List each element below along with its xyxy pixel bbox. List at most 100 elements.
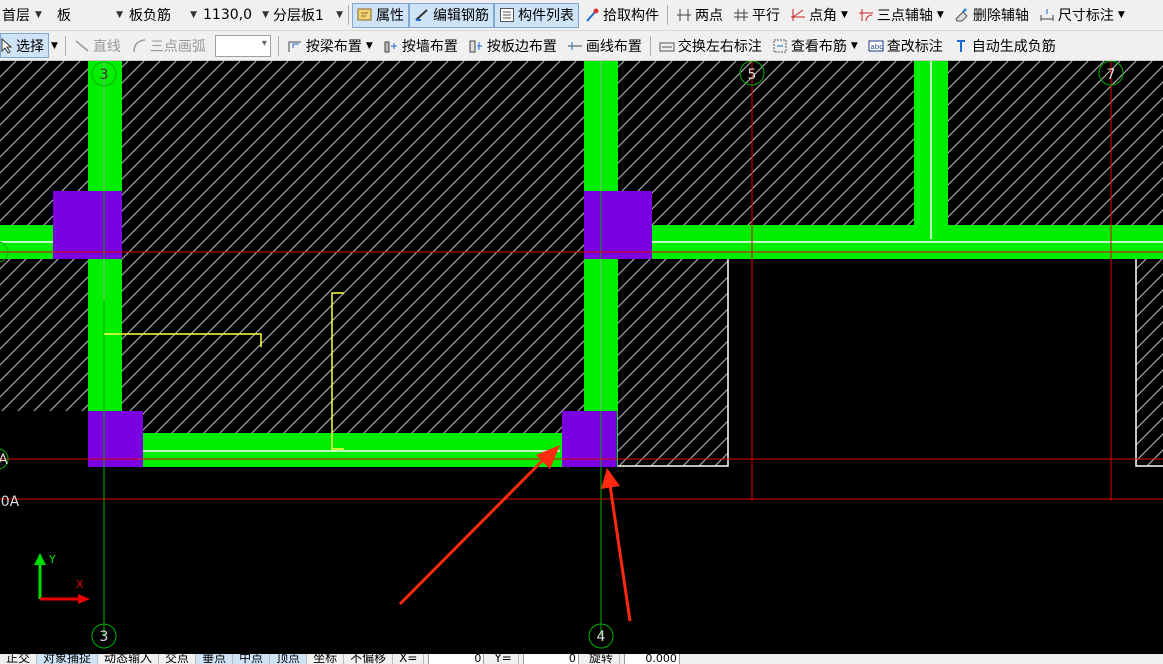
arc-icon (131, 38, 147, 54)
axis-label-4-bottom: 4 (597, 629, 606, 645)
value-select[interactable]: 1130,0 ▼ (201, 3, 271, 27)
column-3-B[interactable] (53, 191, 122, 259)
status-bar: 正交 对象捕捉 动态输入 交点 垂点 中点 顶点 坐标 不偏移 X= 0 Y= … (0, 654, 1163, 664)
layout-by-wall-button[interactable]: 按墙布置 (378, 33, 463, 58)
parallel-button[interactable]: 平行 (728, 3, 785, 28)
auto-negative-rebar-button[interactable]: 自动生成负筋 (948, 33, 1061, 58)
plan-drawing: 3 5 7 3 4 A 0A Y X (0, 60, 1163, 649)
column-4-B[interactable] (584, 191, 652, 259)
annotation-arrows (398, 445, 632, 622)
edit-rebar-label: 编辑钢筋 (433, 8, 489, 24)
slab-lower-mid[interactable] (602, 253, 729, 467)
arrow-to-column-left (398, 453, 550, 606)
pick-component-button[interactable]: 拾取构件 (579, 3, 664, 28)
component-list-button[interactable]: 构件列表 (494, 2, 579, 28)
delete-axis-label: 删除辅轴 (972, 8, 1029, 24)
point-angle-icon (790, 7, 806, 23)
layout-by-slab-edge-label: 按板边布置 (486, 38, 557, 55)
coordinate-snap[interactable]: 坐标 (307, 654, 345, 664)
arc-button[interactable]: 三点画弧 (126, 33, 211, 58)
subtype-select[interactable]: 板负筋 ▼ (127, 3, 199, 27)
dimension-icon (1039, 7, 1055, 23)
dimension-button[interactable]: 尺寸标注 ▼ (1034, 3, 1130, 28)
midpoint-snap[interactable]: 中点 (233, 654, 271, 664)
delete-axis-button[interactable]: 删除辅轴 (949, 3, 1034, 28)
two-points-button[interactable]: 两点 (671, 3, 728, 28)
draw-mode-combo[interactable] (214, 34, 271, 57)
vertex-snap[interactable]: 顶点 (270, 654, 308, 664)
beam-vertical-3[interactable] (88, 61, 122, 467)
layout-by-wall-label: 按墙布置 (401, 38, 458, 55)
wall-layout-icon (383, 38, 399, 54)
axis-label-7: 7 (1107, 67, 1116, 83)
view-layout-icon (772, 38, 788, 54)
chevron-down-icon: ▼ (190, 10, 197, 20)
layer-select[interactable]: 分层板1 ▼ (271, 3, 345, 27)
chevron-down-icon[interactable]: ▼ (51, 41, 58, 51)
edit-rebar-button[interactable]: 编辑钢筋 (409, 2, 494, 28)
dynamic-input-toggle[interactable]: 动态输入 (98, 654, 160, 664)
ucs-icon: Y X (34, 553, 90, 604)
edit-label-label: 查改标注 (886, 38, 943, 55)
x-label: X= (393, 654, 425, 664)
chevron-down-icon: ▼ (365, 40, 373, 51)
swap-labels-button[interactable]: 交换左右标注 (654, 33, 767, 58)
value-select-value: 1130,0 (203, 7, 252, 23)
rotation-label: 旋转 (583, 654, 620, 664)
beam-horizontal-bottom[interactable] (88, 433, 618, 467)
layout-by-slab-edge-button[interactable]: 按板边布置 (463, 33, 562, 58)
beam-layout-icon (287, 38, 303, 54)
point-angle-label: 点角 (809, 8, 837, 24)
edit-label-button[interactable]: abc 查改标注 (863, 33, 948, 58)
chevron-down-icon: ▼ (1117, 10, 1125, 20)
parallel-label: 平行 (752, 8, 780, 24)
three-point-axis-label: 三点辅轴 (876, 8, 933, 24)
view-layout-label: 查看布筋 (790, 38, 847, 55)
component-list-label: 构件列表 (518, 8, 574, 24)
slab-main[interactable] (122, 61, 584, 433)
y-input[interactable]: 0 (522, 654, 579, 664)
chevron-down-icon: ▼ (336, 10, 343, 20)
eyedropper-icon (584, 7, 600, 23)
select-button[interactable]: 选择 (0, 33, 49, 58)
ucs-x-label: X (76, 578, 84, 591)
properties-label: 属性 (376, 8, 404, 24)
layout-by-beam-button[interactable]: 按梁布置 ▼ (282, 33, 378, 58)
layer-select-value: 分层板1 (273, 8, 324, 24)
list-icon (499, 7, 515, 23)
rotation-input[interactable]: 0.000 (623, 654, 680, 664)
object-snap-toggle[interactable]: 对象捕捉 (37, 654, 99, 664)
slab-lower-right[interactable] (1135, 253, 1163, 467)
view-layout-button[interactable]: 查看布筋 ▼ (767, 33, 863, 58)
offset-mode[interactable]: 不偏移 (344, 654, 394, 664)
line-button[interactable]: 直线 (69, 33, 126, 58)
swap-icon (659, 38, 675, 54)
x-input[interactable]: 0 (428, 654, 485, 664)
ortho-toggle[interactable]: 正交 (0, 654, 38, 664)
ucs-y-label: Y (48, 553, 56, 566)
three-point-axis-button[interactable]: 三点辅轴 ▼ (853, 3, 949, 28)
type-select[interactable]: 板 ▼ (55, 3, 125, 27)
slab-lower-left[interactable] (0, 259, 88, 411)
chevron-down-icon: ▼ (262, 10, 269, 20)
svg-text:abc: abc (870, 43, 883, 51)
drawing-canvas[interactable]: 3 5 7 3 4 A 0A Y X (0, 60, 1163, 654)
point-angle-button[interactable]: 点角 ▼ (785, 3, 853, 28)
auto-rebar-icon (953, 38, 969, 54)
toolbar-separator (348, 5, 349, 25)
perpendicular-snap[interactable]: 垂点 (196, 654, 234, 664)
slab-top-mid[interactable] (618, 61, 914, 225)
layout-by-beam-label: 按梁布置 (305, 38, 362, 55)
slab-top-right[interactable] (948, 61, 1163, 225)
arrow-to-column-right (608, 484, 632, 622)
draw-line-layout-label: 画线布置 (585, 38, 642, 55)
swap-labels-label: 交换左右标注 (677, 38, 762, 55)
toolbar-separator (667, 5, 668, 25)
draw-line-layout-button[interactable]: 画线布置 (562, 33, 647, 58)
arc-label: 三点画弧 (149, 38, 206, 55)
intersection-snap[interactable]: 交点 (159, 654, 197, 664)
chevron-down-icon: ▼ (850, 40, 858, 51)
properties-button[interactable]: 属性 (352, 2, 409, 28)
floor-select[interactable]: 首层 ▼ (0, 3, 55, 27)
axis-label-0A: 0A (1, 494, 20, 510)
